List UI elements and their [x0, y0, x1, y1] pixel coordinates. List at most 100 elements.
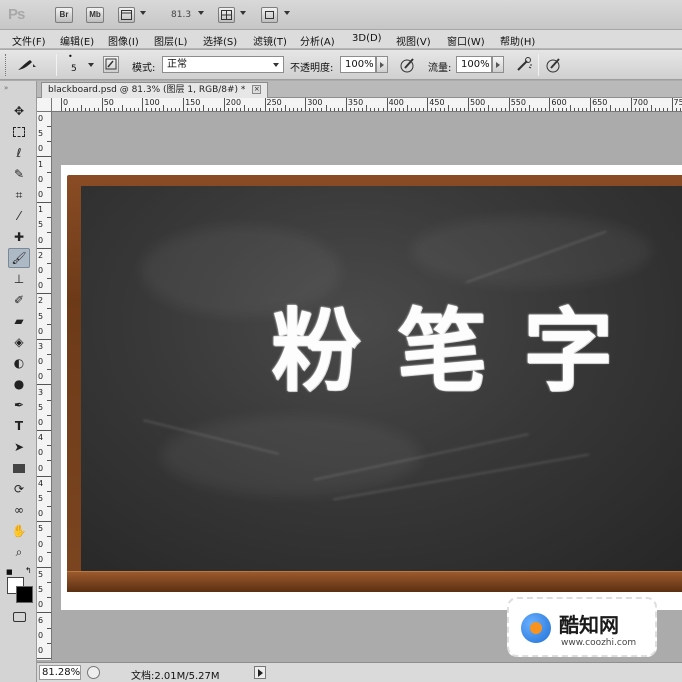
ruler-tick	[101, 98, 103, 111]
background-color-swatch[interactable]	[16, 586, 33, 603]
history-brush-tool-icon[interactable]: ✐	[8, 290, 30, 310]
ruler-label: 0	[38, 114, 44, 123]
eraser-tool-icon[interactable]: ▰	[8, 311, 30, 331]
status-zoom-input[interactable]: 81.28%	[39, 665, 81, 680]
zoom-tool-icon[interactable]: ⌕	[8, 542, 30, 562]
ruler-label: 5	[38, 311, 44, 321]
healing-brush-tool-icon[interactable]: ✚	[8, 227, 30, 247]
quick-selection-tool-icon[interactable]: ✎	[8, 164, 30, 184]
ruler-tick	[671, 98, 673, 111]
brush-tool-icon[interactable]: 🖌︎	[8, 248, 30, 268]
ruler-minor-tick	[341, 108, 343, 111]
menu-edit[interactable]: 编辑(E)	[60, 33, 94, 48]
opacity-slider-button[interactable]	[376, 56, 388, 73]
ruler-minor-tick	[158, 108, 160, 111]
ruler-tick	[37, 521, 51, 523]
crop-tool-icon[interactable]: ⌗	[8, 185, 30, 205]
bridge-button[interactable]: Br	[55, 7, 73, 23]
mini-bridge-button[interactable]: Mb	[86, 7, 104, 23]
options-grip[interactable]	[5, 54, 8, 76]
ruler-tick	[549, 98, 551, 111]
arrange-caret-icon[interactable]	[240, 11, 246, 15]
clone-stamp-tool-icon[interactable]: ⊥	[8, 269, 30, 289]
tools-collapse-icon[interactable]: »	[4, 84, 8, 92]
screen-mode-caret-icon[interactable]	[284, 11, 290, 15]
marquee-tool-icon[interactable]	[8, 122, 30, 142]
path-selection-tool-icon[interactable]: ➤	[8, 437, 30, 457]
blur-tool-icon[interactable]: ◐	[8, 353, 30, 373]
move-tool-icon[interactable]: ✥	[8, 101, 30, 121]
hand-tool-icon[interactable]: ✋	[8, 521, 30, 541]
document-tab[interactable]: blackboard.psd @ 81.3% (图层 1, RGB/8#) * …	[41, 82, 269, 98]
ruler-tick	[47, 323, 51, 325]
close-document-icon[interactable]: ×	[252, 85, 262, 94]
swap-colors-icon[interactable]: ↰	[25, 566, 32, 575]
tablet-size-pressure-icon[interactable]	[545, 56, 563, 77]
ruler-tick	[630, 98, 632, 111]
menu-select[interactable]: 选择(S)	[203, 33, 237, 48]
eyedropper-tool-icon[interactable]: ⁄	[8, 206, 30, 226]
document-canvas[interactable]: 粉笔字	[61, 165, 682, 610]
brush-panel-toggle-button[interactable]	[103, 56, 119, 73]
ruler-minor-tick	[638, 108, 640, 111]
ruler-minor-tick	[199, 108, 201, 111]
ruler-tick	[37, 384, 51, 386]
zoom-level[interactable]: 81.3	[171, 10, 191, 20]
shape-tool-icon[interactable]	[8, 458, 30, 478]
ruler-minor-tick	[447, 105, 449, 111]
dodge-tool-icon[interactable]: ●	[8, 374, 30, 394]
menu-filter[interactable]: 滤镜(T)	[253, 33, 287, 48]
mode-select[interactable]: 正常	[162, 56, 284, 73]
menu-view[interactable]: 视图(V)	[396, 33, 431, 48]
status-menu-arrow-icon[interactable]	[254, 666, 266, 679]
type-tool-icon[interactable]: T	[8, 416, 30, 436]
opacity-slider-icon	[380, 62, 384, 68]
ruler-minor-tick	[162, 105, 164, 111]
ruler-tick	[142, 98, 144, 111]
menu-image[interactable]: 图像(I)	[108, 33, 139, 48]
view-extras-caret-icon[interactable]	[140, 11, 146, 15]
airbrush-icon[interactable]	[515, 56, 533, 77]
ruler-tick	[47, 186, 51, 188]
menu-layer[interactable]: 图层(L)	[154, 33, 187, 48]
menu-window[interactable]: 窗口(W)	[447, 33, 485, 48]
menu-3d[interactable]: 3D(D)	[352, 33, 382, 44]
brush-picker-caret-icon[interactable]	[88, 63, 94, 67]
arrange-documents-button[interactable]	[218, 7, 235, 23]
ruler-minor-tick	[231, 108, 233, 111]
ruler-label: 5	[38, 585, 44, 595]
opacity-input[interactable]: 100%	[340, 56, 376, 73]
menu-help[interactable]: 帮助(H)	[500, 33, 535, 48]
ruler-minor-tick	[301, 108, 303, 111]
ruler-minor-tick	[93, 108, 95, 111]
flow-input[interactable]: 100%	[456, 56, 492, 73]
ruler-label: 5	[38, 494, 44, 503]
menu-analysis[interactable]: 分析(A)	[300, 33, 335, 48]
view-extras-button[interactable]	[118, 7, 135, 23]
ruler-origin[interactable]	[37, 98, 52, 112]
default-colors-icon[interactable]: ■	[6, 568, 13, 576]
pen-tool-icon[interactable]: ✒	[8, 395, 30, 415]
ruler-tick	[47, 126, 51, 127]
menu-file[interactable]: 文件(F)	[12, 33, 46, 48]
brush-tool-preset-icon[interactable]	[16, 58, 38, 75]
ruler-label: 0	[38, 326, 44, 336]
brush-size-value[interactable]: 5	[71, 64, 77, 74]
status-options-icon[interactable]	[87, 666, 100, 679]
quick-mask-icon[interactable]	[8, 607, 30, 627]
ruler-minor-tick	[109, 108, 111, 111]
tablet-opacity-pressure-icon[interactable]	[399, 56, 417, 77]
lasso-tool-icon[interactable]: ℓ	[8, 143, 30, 163]
vertical-ruler[interactable]: 0 5 0 1 0 0 1 5 0 2 0 0 2 5 0 3 0 0 3 5 0 4 0 0 4 5 0 5 0 0 5 5 0 6 0 0	[37, 112, 52, 660]
screen-mode-button[interactable]	[261, 7, 278, 23]
canvas-area[interactable]: 粉笔字	[53, 113, 682, 660]
zoom-caret-icon[interactable]	[198, 11, 204, 15]
horizontal-ruler[interactable]: 0 50 100 150 200 250 300 350 400 450 500 550 600 650 7…	[52, 98, 682, 112]
paint-bucket-tool-icon[interactable]: ◈	[8, 332, 30, 352]
ruler-label: 50	[103, 98, 114, 107]
3d-rotate-tool-icon[interactable]: ⟳	[8, 479, 30, 499]
flow-slider-button[interactable]	[492, 56, 504, 73]
ruler-tick	[47, 354, 51, 355]
ruler-label: 0	[38, 266, 44, 275]
3d-orbit-tool-icon[interactable]: ∞	[8, 500, 30, 520]
